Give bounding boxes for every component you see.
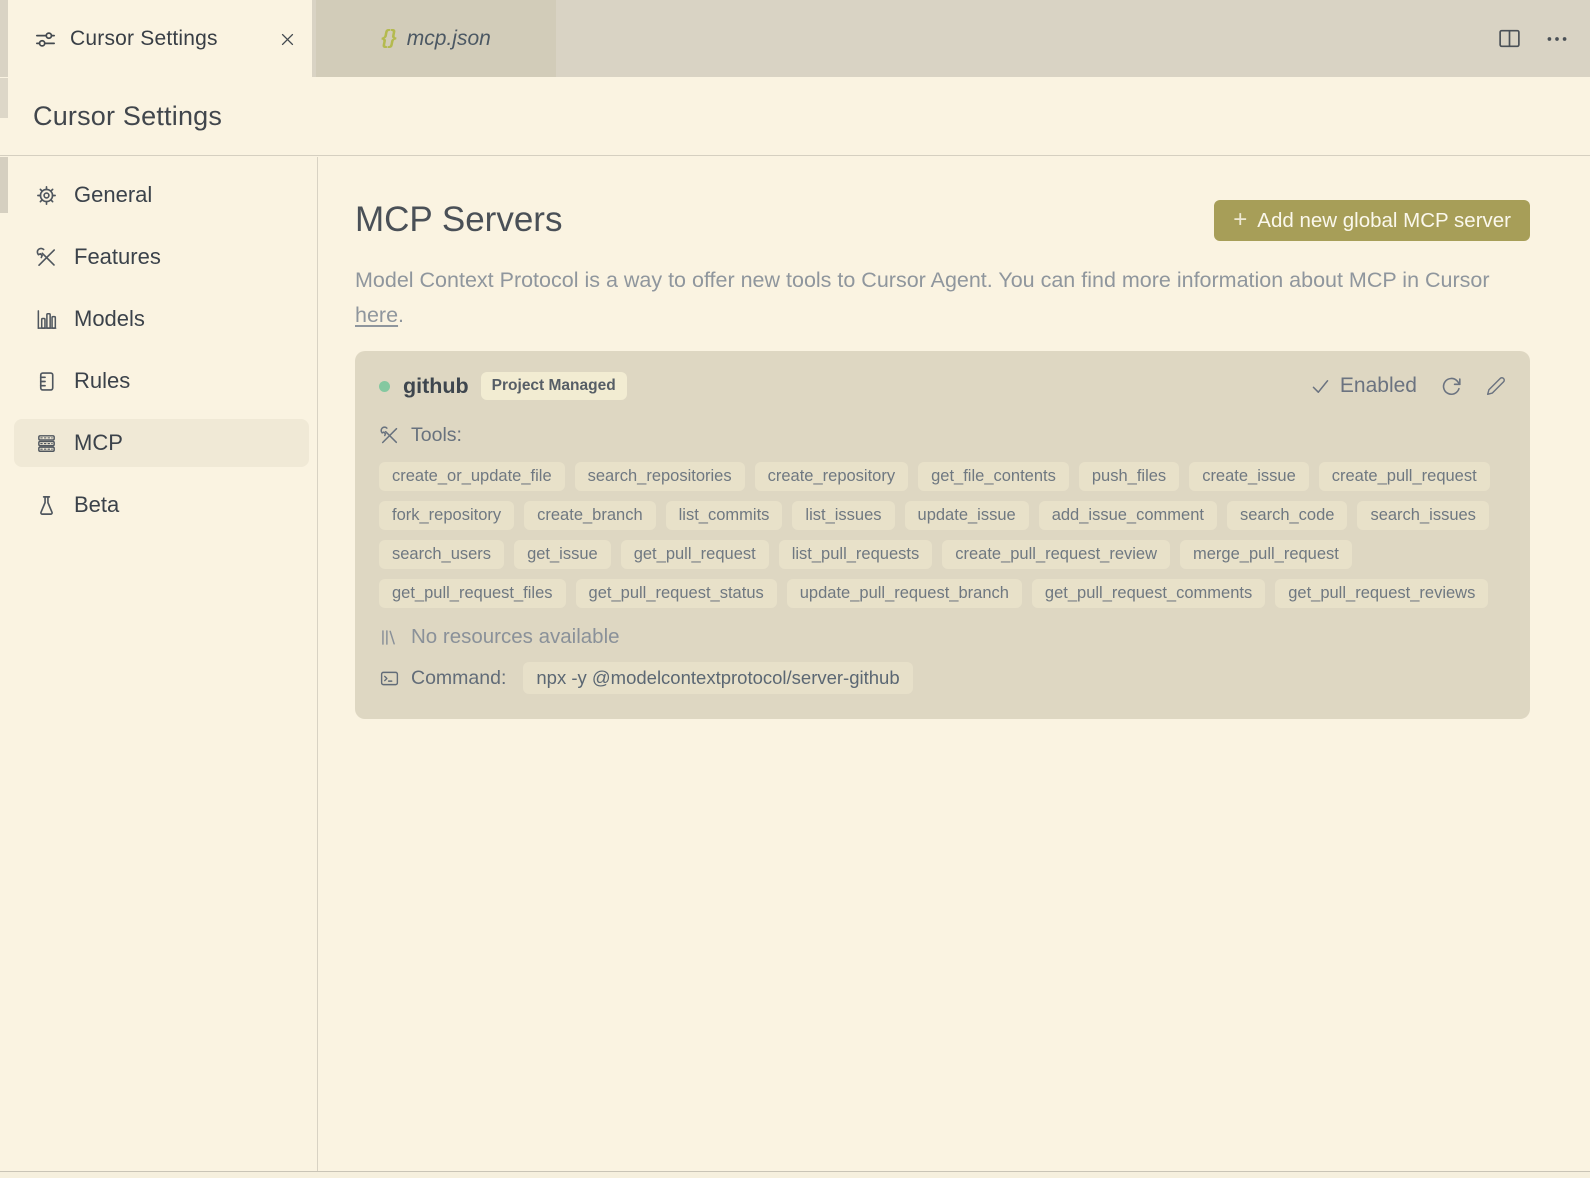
tools-icon [379,425,400,446]
tab-label: mcp.json [406,26,491,50]
left-edge-decoration [0,78,8,118]
sidebar-item-general[interactable]: General [14,171,309,219]
enabled-toggle[interactable]: Enabled [1340,374,1417,398]
edit-icon[interactable] [1486,376,1506,396]
add-button-label: Add new global MCP server [1257,208,1511,232]
editor-tab-bar: Cursor Settings {} mcp.json [0,0,1590,78]
sliders-icon [34,28,57,51]
sidebar-item-label: Beta [74,492,120,517]
tool-tag: create_issue [1189,462,1309,491]
tab-cursor-settings[interactable]: Cursor Settings [8,0,312,78]
tool-tag: get_pull_request_files [379,579,566,608]
json-braces-icon: {} [381,27,397,49]
sidebar-item-features[interactable]: Features [14,233,309,281]
sidebar-item-mcp[interactable]: MCP [14,419,309,467]
left-edge-scrollbar [0,157,8,213]
bottom-panel-edge [0,1171,1590,1178]
settings-sidebar: General Features Models Rules MCP Beta [0,157,318,1171]
command-label: Command: [411,666,507,689]
tool-tag: get_issue [514,540,611,569]
page-header: Cursor Settings [0,77,1590,156]
tool-tag: update_pull_request_branch [786,579,1022,608]
tab-label: Cursor Settings [70,27,218,50]
tool-tag: search_users [379,540,505,569]
here-link[interactable]: here [355,303,398,327]
command-value: npx -y @modelcontextprotocol/server-gith… [523,662,913,694]
tool-tag: list_pull_requests [778,540,933,569]
mcp-settings-panel: MCP Servers + Add new global MCP server … [318,157,1590,1171]
tool-tag: fork_repository [379,501,515,530]
tool-tag: search_repositories [574,462,745,491]
server-name: github [403,373,469,398]
ruler-icon [35,370,58,393]
add-global-mcp-server-button[interactable]: + Add new global MCP server [1214,200,1530,241]
mcp-description: Model Context Protocol is a way to offer… [355,263,1530,333]
sidebar-item-label: Models [74,306,145,331]
tool-tag: create_branch [524,501,656,530]
refresh-icon[interactable] [1441,376,1462,397]
plus-icon: + [1233,205,1248,233]
cursor-settings-window: Cursor Settings {} mcp.json Cursor Setti… [0,0,1590,1178]
sidebar-item-label: MCP [74,430,123,455]
mcp-server-card: github Project Managed Enabled Tools: cr… [355,351,1530,719]
project-managed-badge: Project Managed [480,372,627,400]
resources-status-text: No resources available [411,625,620,648]
page-title: Cursor Settings [33,100,223,131]
split-editor-icon[interactable] [1497,26,1522,51]
tool-tag: create_pull_request [1318,462,1490,491]
tool-tag: get_pull_request [620,540,769,569]
close-icon[interactable] [279,31,296,48]
bar-chart-icon [35,308,58,331]
library-icon [379,627,400,648]
description-text: Model Context Protocol is a way to offer… [355,268,1490,292]
tools-tag-list: create_or_update_file search_repositories… [379,462,1506,608]
tool-tag: list_commits [665,501,783,530]
tab-mcp-json[interactable]: {} mcp.json [316,0,556,77]
flask-icon [35,494,58,517]
sidebar-item-label: Rules [74,368,131,393]
tool-tag: create_pull_request_review [942,540,1171,569]
check-icon [1310,376,1331,397]
sidebar-item-models[interactable]: Models [14,295,309,343]
tool-tag: create_repository [754,462,909,491]
sidebar-item-rules[interactable]: Rules [14,357,309,405]
server-online-dot [379,380,390,392]
tool-tag: push_files [1078,462,1180,491]
tool-tag: create_or_update_file [379,462,565,491]
tool-tag: get_pull_request_status [575,579,777,608]
section-title: MCP Servers [355,200,563,239]
tools-icon [35,246,58,269]
tool-tag: search_code [1226,501,1348,530]
tools-label: Tools: [411,424,462,446]
tool-tag: get_file_contents [918,462,1069,491]
tool-tag: merge_pull_request [1180,540,1352,569]
tool-tag: add_issue_comment [1038,501,1217,530]
tool-tag: search_issues [1357,501,1489,530]
gear-icon [35,184,58,207]
description-period: . [398,303,405,327]
tool-tag: get_pull_request_comments [1031,579,1266,608]
server-stack-icon [35,432,58,455]
terminal-icon [379,668,400,689]
sidebar-item-label: General [74,182,153,207]
sidebar-item-label: Features [74,244,161,269]
tool-tag: list_issues [792,501,895,530]
tabbar-actions [1497,0,1570,77]
sidebar-item-beta[interactable]: Beta [14,481,309,529]
more-actions-icon[interactable] [1544,26,1570,52]
tool-tag: get_pull_request_reviews [1275,579,1489,608]
tool-tag: update_issue [904,501,1029,530]
